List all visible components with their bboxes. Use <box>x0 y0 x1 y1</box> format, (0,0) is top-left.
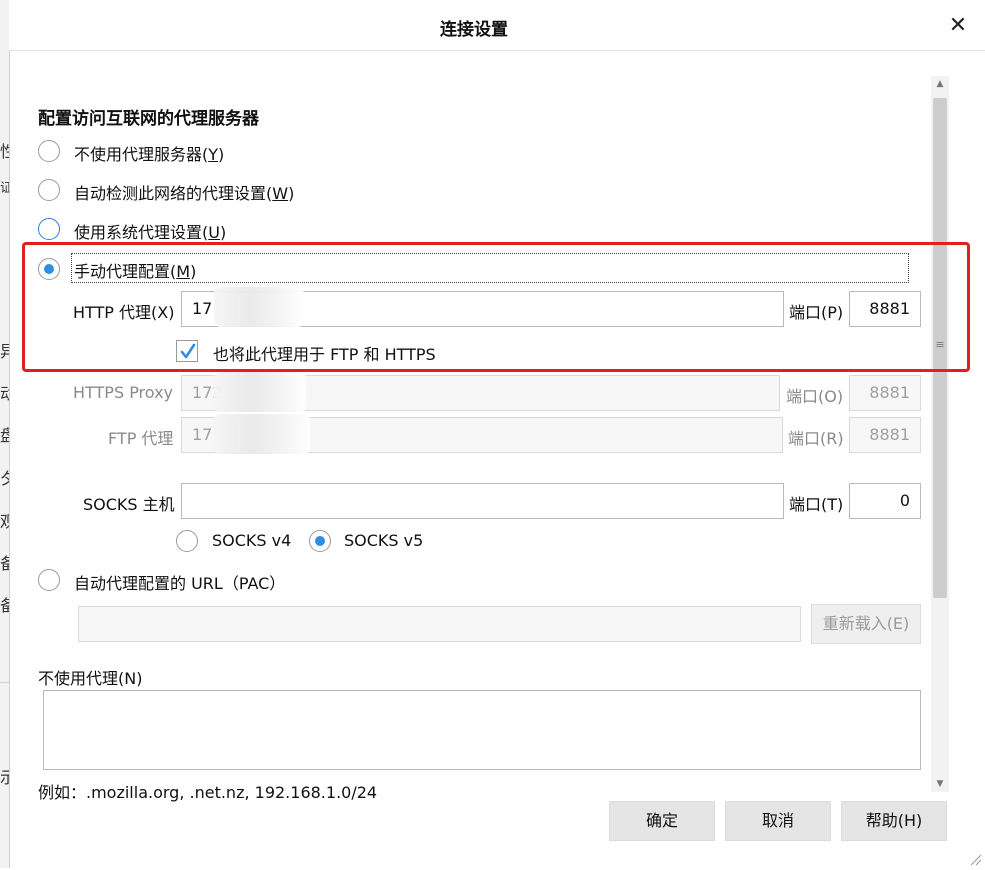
redacted-blur <box>214 372 306 412</box>
no-proxy-label: 不使用代理(N) <box>38 669 143 688</box>
https-port-label: 端口(O) <box>786 387 844 406</box>
cancel-button[interactable]: 取消 <box>725 801 831 841</box>
highlight-annotation <box>22 242 970 372</box>
radio-pac[interactable] <box>38 569 60 591</box>
scroll-down-icon[interactable]: ▼ <box>934 778 946 790</box>
radio-no-proxy-label[interactable]: 不使用代理服务器(Y) <box>74 141 224 165</box>
https-port-input[interactable]: 8881 <box>849 375 921 411</box>
section-heading: 配置访问互联网的代理服务器 <box>38 109 259 129</box>
socks-v5-label[interactable]: SOCKS v5 <box>344 531 423 550</box>
socks-host-label: SOCKS 主机 <box>83 495 175 514</box>
socks-port-label: 端口(T) <box>789 495 844 514</box>
dialog-titlebar: 连接设置 ✕ <box>9 0 985 51</box>
radio-no-proxy[interactable] <box>38 140 60 162</box>
socks-host-input[interactable] <box>181 483 784 519</box>
ftp-port-label: 端口(R) <box>788 429 844 448</box>
https-proxy-label: HTTPS Proxy <box>73 383 174 402</box>
socks-v4-label[interactable]: SOCKS v4 <box>212 531 291 550</box>
radio-socks-v5[interactable] <box>309 530 331 552</box>
ftp-proxy-label: FTP 代理 <box>108 429 174 448</box>
no-proxy-textarea[interactable] <box>43 690 921 770</box>
pac-url-input[interactable] <box>78 606 801 642</box>
pac-label[interactable]: 自动代理配置的 URL（PAC） <box>74 570 285 594</box>
scroll-up-icon[interactable]: ▲ <box>934 78 946 90</box>
socks-port-input[interactable]: 0 <box>849 483 921 519</box>
redacted-blur <box>214 414 310 454</box>
ftp-port-input[interactable]: 8881 <box>849 417 921 453</box>
radio-socks-v4[interactable] <box>176 530 198 552</box>
radio-system-proxy-label[interactable]: 使用系统代理设置(U) <box>74 219 226 243</box>
radio-auto-detect-label[interactable]: 自动检测此网络的代理设置(W) <box>74 180 294 204</box>
radio-auto-detect[interactable] <box>38 179 60 201</box>
no-proxy-example: 例如：.mozilla.org, .net.nz, 192.168.1.0/24 <box>38 783 378 802</box>
help-button[interactable]: 帮助(H) <box>841 801 947 841</box>
ok-button[interactable]: 确定 <box>609 801 715 841</box>
radio-system-proxy[interactable] <box>38 218 60 240</box>
background-divider <box>0 682 9 683</box>
close-icon[interactable]: ✕ <box>944 12 972 40</box>
resize-grip-icon[interactable] <box>966 850 982 866</box>
reload-button[interactable]: 重新载入(E) <box>811 604 921 644</box>
dialog-title: 连接设置 <box>440 20 508 40</box>
